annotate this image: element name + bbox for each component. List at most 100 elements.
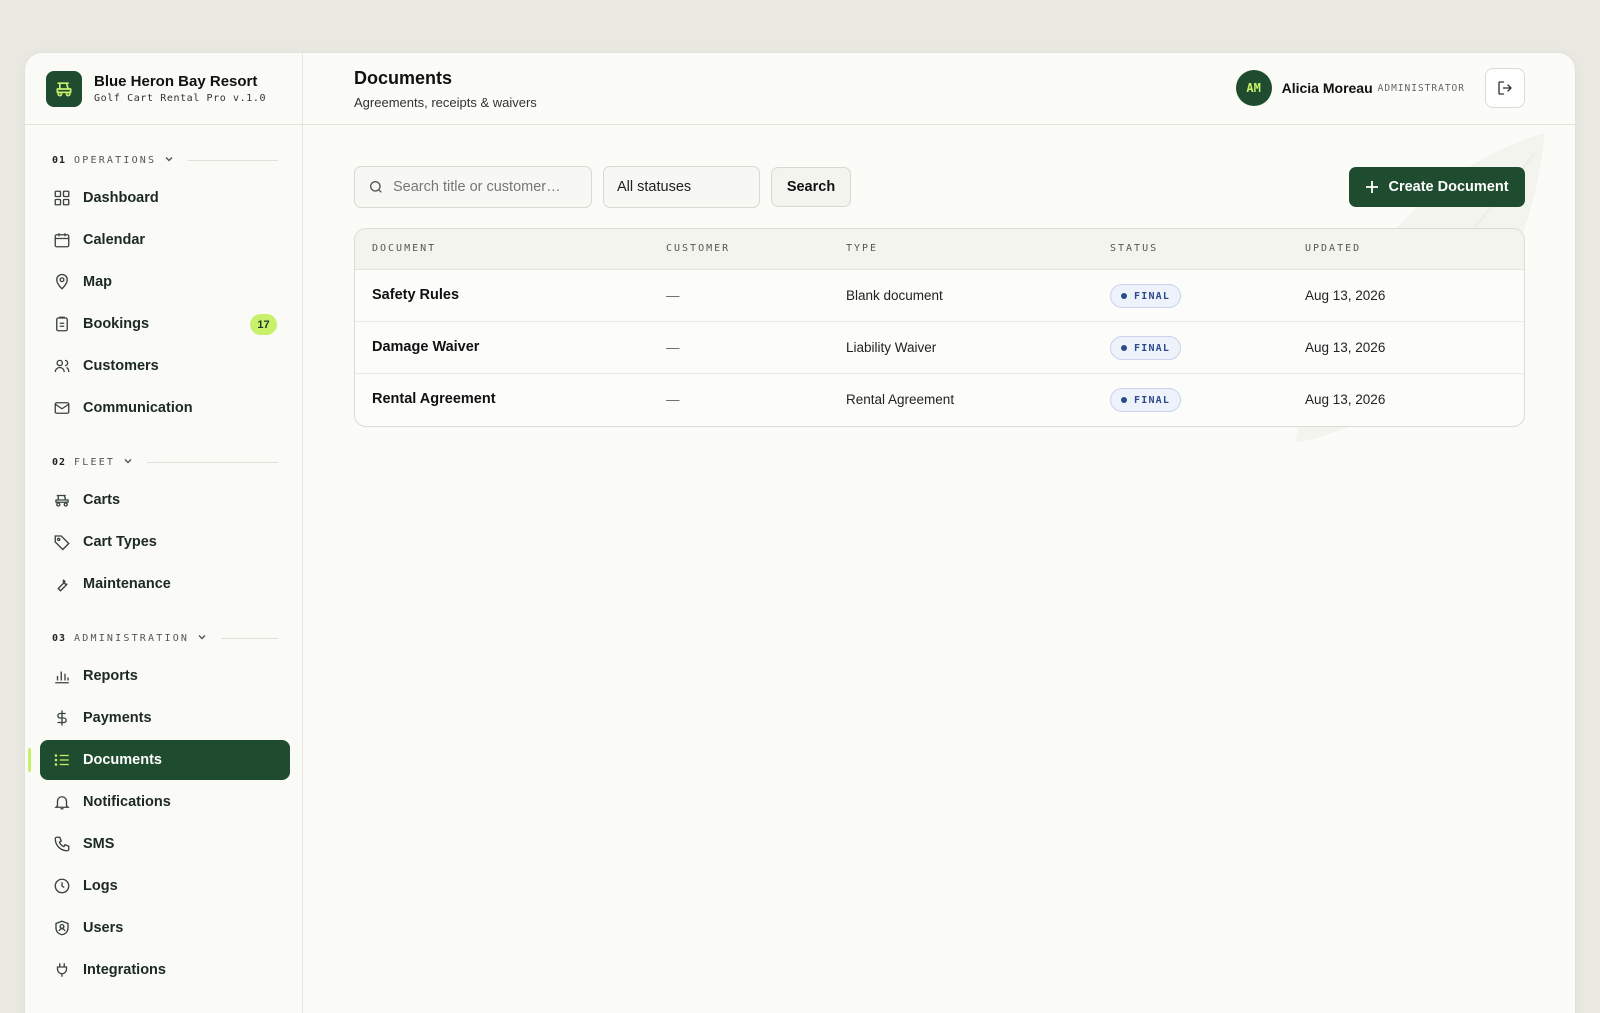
sidebar-item-users[interactable]: Users: [40, 908, 290, 948]
section-fleet[interactable]: 02 FLEET: [52, 452, 278, 472]
sidebar-item-label: Bookings: [83, 316, 150, 332]
toolbar: All statuses Search Create Document: [354, 166, 1525, 208]
active-indicator: [28, 748, 31, 772]
main-content: Documents Agreements, receipts & waivers…: [303, 53, 1575, 1013]
column-header-customer[interactable]: CUSTOMER: [666, 243, 730, 254]
logout-button[interactable]: [1485, 68, 1525, 108]
clock-icon: [52, 877, 71, 896]
sidebar-item-label: Maintenance: [83, 576, 171, 592]
page-title: Documents: [354, 68, 453, 88]
sidebar-item-payments[interactable]: Payments: [40, 698, 290, 738]
column-header-document[interactable]: DOCUMENT: [372, 243, 436, 254]
sidebar-item-label: Payments: [83, 710, 152, 726]
document-title[interactable]: Damage Waiver: [372, 339, 479, 355]
sidebar-item-map[interactable]: Map: [40, 262, 290, 302]
sidebar-item-label: Logs: [83, 878, 118, 894]
app-window: Blue Heron Bay Resort Golf Cart Rental P…: [24, 52, 1576, 1013]
sidebar-item-communication[interactable]: Communication: [40, 388, 290, 428]
chevron-down-icon: [123, 453, 133, 471]
sidebar-item-label: Notifications: [83, 794, 171, 810]
column-header-type[interactable]: TYPE: [846, 243, 878, 254]
wrench-icon: [52, 575, 71, 594]
logout-icon: [1498, 81, 1512, 95]
status-label: FINAL: [1134, 394, 1171, 406]
mail-icon: [52, 399, 71, 418]
search-input[interactable]: [393, 179, 573, 195]
sidebar-item-bookings[interactable]: Bookings 17: [40, 304, 290, 344]
sidebar-item-reports[interactable]: Reports: [40, 656, 290, 696]
sidebar-item-customers[interactable]: Customers: [40, 346, 290, 386]
table-row[interactable]: Damage Waiver — Liability Waiver FINAL A…: [355, 322, 1524, 374]
chevron-down-icon: [197, 629, 207, 647]
bell-icon: [52, 793, 71, 812]
sidebar: Blue Heron Bay Resort Golf Cart Rental P…: [25, 53, 303, 1013]
sidebar-item-cart-types[interactable]: Cart Types: [40, 522, 290, 562]
sidebar-item-label: Calendar: [83, 232, 146, 248]
status-dot: [1121, 293, 1127, 299]
sidebar-item-label: Dashboard: [83, 190, 159, 206]
brand-subtitle: Golf Cart Rental Pro v.1.0: [94, 93, 267, 104]
section-operations[interactable]: 01 OPERATIONS: [52, 150, 278, 170]
page-subtitle: Agreements, receipts & waivers: [354, 95, 537, 110]
updated-cell: Aug 13, 2026: [1305, 392, 1386, 407]
section-number: 03: [52, 632, 67, 644]
updated-cell: Aug 13, 2026: [1305, 340, 1386, 355]
section-title: FLEET: [74, 456, 116, 468]
status-label: FINAL: [1134, 290, 1171, 302]
sidebar-item-label: SMS: [83, 836, 115, 852]
customer-cell: —: [666, 288, 680, 303]
search-button[interactable]: Search: [771, 167, 851, 207]
sidebar-item-maintenance[interactable]: Maintenance: [40, 564, 290, 604]
updated-cell: Aug 13, 2026: [1305, 288, 1386, 303]
avatar: AM: [1235, 70, 1272, 106]
user-profile[interactable]: AM Alicia Moreau ADMINISTRATOR: [1235, 70, 1465, 106]
divider: [147, 461, 278, 463]
chevron-down-icon: [164, 151, 174, 169]
search-box[interactable]: [354, 166, 592, 208]
sidebar-item-label: Carts: [83, 492, 121, 508]
list-icon: [52, 751, 71, 770]
status-dot: [1121, 345, 1127, 351]
sidebar-item-calendar[interactable]: Calendar: [40, 220, 290, 260]
table-row[interactable]: Rental Agreement — Rental Agreement FINA…: [355, 374, 1524, 426]
divider: [221, 637, 278, 639]
sidebar-item-label: Communication: [83, 400, 193, 416]
table-row[interactable]: Safety Rules — Blank document FINAL Aug …: [355, 270, 1524, 322]
tag-icon: [52, 533, 71, 552]
sidebar-item-label: Cart Types: [83, 534, 157, 550]
column-header-updated[interactable]: UPDATED: [1305, 243, 1361, 254]
golf-cart-logo-icon: [46, 70, 82, 107]
bar-chart-icon: [52, 667, 71, 686]
create-document-button[interactable]: Create Document: [1349, 167, 1525, 207]
cart-icon: [52, 491, 71, 510]
sidebar-item-notifications[interactable]: Notifications: [40, 782, 290, 822]
type-cell: Blank document: [846, 288, 943, 303]
plus-icon: [1365, 180, 1379, 194]
document-title[interactable]: Rental Agreement: [372, 391, 496, 407]
sidebar-item-dashboard[interactable]: Dashboard: [40, 178, 290, 218]
status-filter-select[interactable]: All statuses: [603, 166, 760, 208]
section-number: 02: [52, 456, 67, 468]
section-title: ADMINISTRATION: [74, 632, 190, 644]
plug-icon: [52, 961, 71, 980]
sidebar-item-integrations[interactable]: Integrations: [40, 950, 290, 990]
section-administration[interactable]: 03 ADMINISTRATION: [52, 628, 278, 648]
brand: Blue Heron Bay Resort Golf Cart Rental P…: [25, 53, 302, 125]
divider: [188, 159, 278, 161]
bookings-count-badge: 17: [250, 314, 277, 335]
customer-cell: —: [666, 392, 680, 407]
status-badge: FINAL: [1110, 284, 1182, 308]
section-number: 01: [52, 154, 67, 166]
user-name: Alicia Moreau: [1281, 80, 1373, 96]
grid-icon: [52, 189, 71, 208]
dollar-icon: [52, 709, 71, 728]
sidebar-item-carts[interactable]: Carts: [40, 480, 290, 520]
sidebar-item-sms[interactable]: SMS: [40, 824, 290, 864]
table-header: DOCUMENT CUSTOMER TYPE STATUS UPDATED: [355, 229, 1524, 270]
column-header-status[interactable]: STATUS: [1110, 243, 1158, 254]
document-title[interactable]: Safety Rules: [372, 287, 459, 303]
sidebar-item-logs[interactable]: Logs: [40, 866, 290, 906]
section-title: OPERATIONS: [74, 154, 157, 166]
sidebar-item-documents[interactable]: Documents: [28, 740, 290, 780]
page-header: Documents Agreements, receipts & waivers…: [303, 53, 1575, 125]
